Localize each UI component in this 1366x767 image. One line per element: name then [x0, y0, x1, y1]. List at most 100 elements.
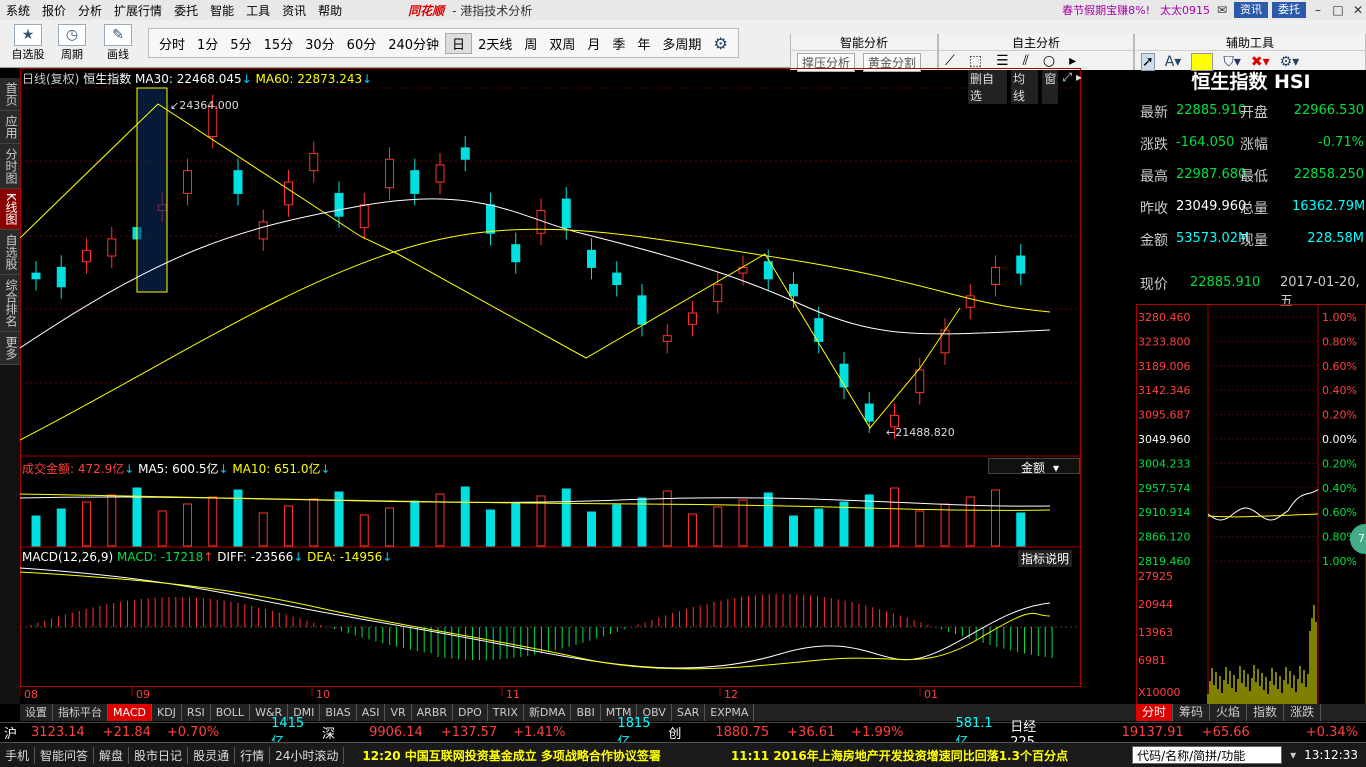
minimize-icon[interactable]: –: [1310, 3, 1326, 17]
user-name[interactable]: 太太0915: [1160, 2, 1210, 18]
indicator-tab-15[interactable]: BBI: [571, 704, 601, 721]
right-tab-1[interactable]: 筹码: [1173, 704, 1211, 721]
indicator-tab-5[interactable]: BOLL: [211, 704, 251, 721]
cy-label[interactable]: 创: [664, 723, 685, 742]
intraday-chart[interactable]: 3280.460 1.00% 3233.800 0.80% 3189.006 0.60% 3…: [1136, 304, 1366, 706]
search-dropdown-icon[interactable]: ▾: [1290, 748, 1296, 762]
right-tab-3[interactable]: 指数: [1247, 704, 1285, 721]
ma-button[interactable]: 均线: [1011, 70, 1039, 104]
period-2[interactable]: 5分: [224, 34, 257, 53]
candle: [258, 221, 268, 240]
expand-icon[interactable]: ▸: [1076, 70, 1082, 104]
line-tool-icon[interactable]: ⟋: [945, 53, 955, 69]
rect-tool-icon[interactable]: ⬚: [969, 53, 982, 69]
more-tool-icon[interactable]: ▸: [1069, 53, 1076, 69]
period-12[interactable]: 季: [606, 34, 631, 53]
indicator-tab-2[interactable]: MACD: [108, 704, 152, 721]
left-tab-2[interactable]: 分时图: [0, 144, 20, 189]
indicator-tab-13[interactable]: TRIX: [488, 704, 524, 721]
status-24h[interactable]: 24小时滚动: [270, 746, 345, 764]
right-tab-2[interactable]: 火焰: [1210, 704, 1248, 721]
period-5[interactable]: 60分: [341, 34, 383, 53]
news-item-1[interactable]: 12:20 中国互联网投资基金成立 多项战略合作协议签署: [362, 747, 661, 764]
menu-help[interactable]: 帮助: [312, 2, 348, 19]
menu-system[interactable]: 系统: [0, 2, 36, 19]
status-qa[interactable]: 智能问答: [35, 746, 95, 764]
restore-icon[interactable]: ⤢: [1062, 70, 1072, 104]
favorites-button[interactable]: ★ 自选股: [8, 24, 48, 62]
period-13[interactable]: 年: [631, 34, 656, 53]
indicator-tab-3[interactable]: KDJ: [152, 704, 182, 721]
indicator-tab-18[interactable]: SAR: [672, 704, 706, 721]
indicator-tab-11[interactable]: ARBR: [412, 704, 454, 721]
period-8[interactable]: 2天线: [472, 34, 518, 53]
status-analysis[interactable]: 解盘: [94, 746, 130, 764]
indicator-tab-0[interactable]: 设置: [20, 704, 53, 721]
indicator-help-button[interactable]: 指标说明: [1018, 550, 1073, 567]
volume-bar: [359, 514, 369, 547]
period-button[interactable]: ◷ 周期: [52, 24, 92, 62]
indicator-tab-14[interactable]: 新DMA: [524, 704, 572, 721]
search-input[interactable]: 代码/名称/简拼/功能: [1132, 746, 1283, 764]
info-button[interactable]: 资讯: [1234, 2, 1268, 18]
right-tab-0[interactable]: 分时: [1136, 704, 1174, 721]
toolbar: ★ 自选股 ◷ 周期 ✎ 画线 分时 1分 5分 15分 30分 60分 240分钟日 2天线…: [0, 20, 1366, 72]
menu-trade[interactable]: 委托: [168, 2, 204, 19]
volume-mode-select[interactable]: 金额 ▾: [988, 458, 1080, 475]
indicator-tab-19[interactable]: EXPMA: [705, 704, 755, 721]
period-11[interactable]: 月: [581, 34, 606, 53]
indicator-tab-12[interactable]: DPO: [453, 704, 488, 721]
menu-quote[interactable]: 报价: [36, 2, 72, 19]
period-settings-icon[interactable]: ⚙: [707, 34, 733, 53]
period-7[interactable]: 日: [445, 32, 473, 54]
right-tab-4[interactable]: 涨跌: [1284, 704, 1322, 721]
period-1[interactable]: 1分: [191, 34, 224, 53]
quote-v2-4: 228.58M: [1307, 231, 1364, 246]
menu-ext[interactable]: 扩展行情: [108, 2, 168, 19]
status-guling[interactable]: 股灵通: [188, 746, 236, 764]
indicator-tab-1[interactable]: 指标平台: [53, 704, 108, 721]
menu-tools[interactable]: 工具: [240, 2, 276, 19]
period-0[interactable]: 分时: [153, 34, 191, 53]
parallel-tool-icon[interactable]: ⫽: [1023, 53, 1029, 69]
period-3[interactable]: 15分: [258, 34, 300, 53]
kline-chart[interactable]: 24526.0723884.8023234.7422584.6821934.62…: [20, 68, 1082, 708]
left-tab-0[interactable]: 首页: [0, 78, 20, 111]
indicator-tab-10[interactable]: VR: [385, 704, 412, 721]
status-quote[interactable]: 行情: [235, 746, 271, 764]
left-tab-3[interactable]: K线图: [0, 189, 20, 230]
left-tab-1[interactable]: 应用: [0, 111, 20, 144]
menu-analysis[interactable]: 分析: [72, 2, 108, 19]
circle-tool-icon[interactable]: ○: [1043, 53, 1055, 69]
promo-text[interactable]: 春节假期宝赚8%!: [1062, 2, 1150, 18]
period-10[interactable]: 双周: [543, 34, 581, 53]
sz-label[interactable]: 深: [318, 723, 339, 742]
status-diary[interactable]: 股市日记: [129, 746, 189, 764]
maximize-icon[interactable]: □: [1330, 3, 1346, 17]
news-item-2[interactable]: 11:11 2016年上海房地产开发投资增速同比回落1.3个百分点: [731, 747, 1068, 764]
remove-favorite-button[interactable]: 删自选: [968, 70, 1007, 104]
close-icon[interactable]: ✕: [1350, 3, 1366, 17]
period-9[interactable]: 周: [518, 34, 543, 53]
channel-tool-icon[interactable]: ☰: [996, 53, 1009, 69]
message-icon[interactable]: ✉: [1214, 3, 1230, 17]
status-mobile[interactable]: 手机: [0, 746, 36, 764]
quote-v1-3: 23049.960: [1176, 199, 1247, 214]
period-4[interactable]: 30分: [299, 34, 341, 53]
draw-button[interactable]: ✎ 画线: [98, 24, 138, 62]
diff-value: DIFF: -23566: [217, 550, 294, 564]
sh-label[interactable]: 沪: [0, 723, 21, 742]
menu-smart[interactable]: 智能: [204, 2, 240, 19]
volume-bar: [915, 510, 925, 547]
period-6[interactable]: 240分钟: [382, 34, 445, 53]
window-button[interactable]: 窗: [1042, 70, 1059, 104]
indicator-tab-4[interactable]: RSI: [182, 704, 211, 721]
left-tab-5[interactable]: 综合排名: [0, 274, 20, 332]
menu-info[interactable]: 资讯: [276, 2, 312, 19]
left-tab-4[interactable]: 自选股: [0, 229, 20, 275]
indicator-tab-9[interactable]: ASI: [357, 704, 386, 721]
indicator-tab-8[interactable]: BIAS: [320, 704, 357, 721]
left-tab-6[interactable]: 更多: [0, 331, 20, 365]
period-14[interactable]: 多周期: [656, 34, 707, 53]
trade-button[interactable]: 委托: [1272, 2, 1306, 18]
